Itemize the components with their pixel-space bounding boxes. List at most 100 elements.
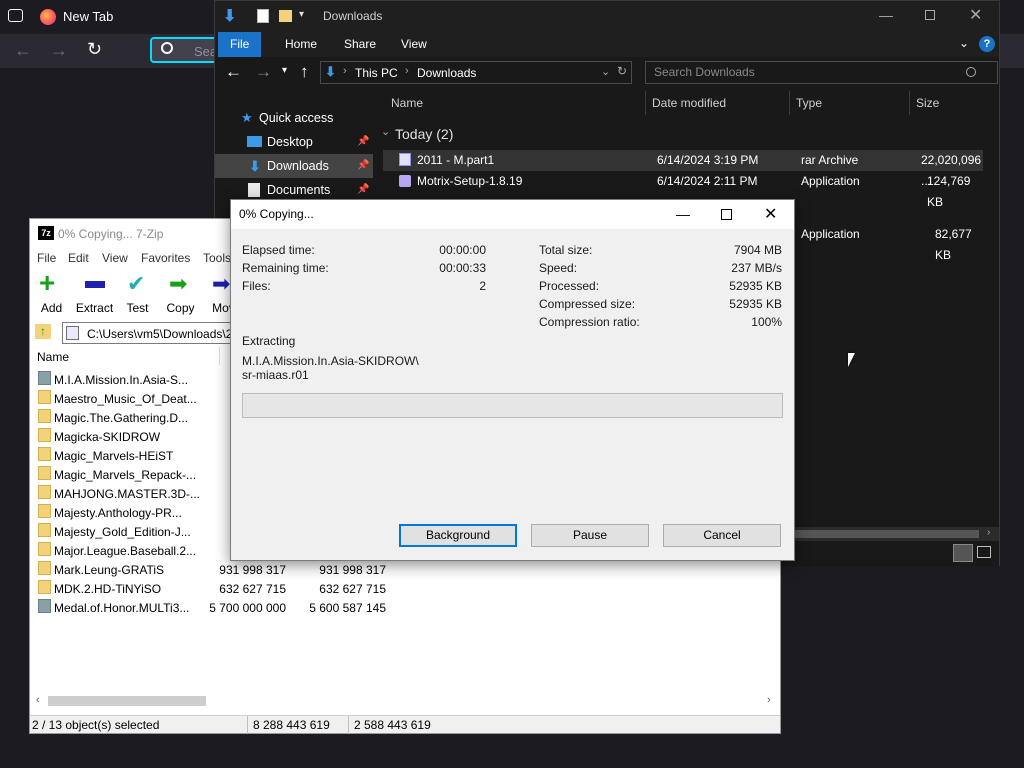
item-name: Major.League.Baseball.2... bbox=[54, 544, 197, 558]
expand-ribbon-icon[interactable]: ⌄ bbox=[959, 36, 969, 50]
menu-view[interactable]: View bbox=[102, 251, 128, 265]
item-name: MAHJONG.MASTER.3D-... bbox=[54, 487, 201, 501]
close-button[interactable]: ✕ bbox=[969, 5, 982, 25]
status-size: 8 288 443 619 bbox=[253, 718, 330, 732]
address-bar[interactable]: ⬇ › This PC › Downloads ⌄ ↻ bbox=[320, 61, 632, 84]
nav-label: Quick access bbox=[259, 111, 334, 125]
file-type: Application bbox=[801, 174, 860, 188]
recent-chevron-icon[interactable]: ▾ bbox=[282, 65, 287, 76]
column-header-name[interactable]: Name bbox=[391, 89, 423, 117]
scroll-right-icon[interactable]: › bbox=[767, 694, 771, 706]
minimize-button[interactable]: — bbox=[879, 7, 893, 23]
horizontal-scrollbar[interactable]: ‹ › bbox=[30, 693, 780, 709]
up-arrow-icon[interactable]: ↑ bbox=[300, 62, 309, 82]
properties-icon[interactable] bbox=[257, 9, 269, 23]
breadcrumb-downloads[interactable]: Downloads bbox=[417, 66, 476, 80]
list-item[interactable]: MDK.2.HD-TiNYiSO 632 627 715 632 627 715 bbox=[30, 580, 430, 599]
test-button[interactable]: ✔ Test bbox=[116, 269, 159, 317]
item-name: Magicka-SKIDROW bbox=[54, 430, 161, 444]
column-separator[interactable] bbox=[789, 91, 790, 115]
column-header-date[interactable]: Date modified bbox=[652, 89, 726, 117]
file-row[interactable]: 2011 - M.part1 6/14/2024 3:19 PM rar Arc… bbox=[383, 150, 983, 188]
menu-file[interactable]: File bbox=[37, 251, 56, 265]
nav-item-downloads[interactable]: ⬇ Downloads 📌 bbox=[215, 154, 373, 178]
menu-favorites[interactable]: Favorites bbox=[141, 251, 190, 265]
address-dropdown-icon[interactable]: ⌄ bbox=[601, 65, 610, 78]
folder-icon bbox=[38, 542, 51, 556]
maximize-button[interactable] bbox=[721, 209, 732, 220]
forward-icon[interactable]: → bbox=[50, 40, 68, 61]
minimize-button[interactable]: — bbox=[676, 200, 690, 229]
scrollbar-thumb[interactable] bbox=[48, 696, 206, 706]
column-separator[interactable] bbox=[645, 91, 646, 115]
column-header-type[interactable]: Type bbox=[796, 89, 822, 117]
explorer-search-input[interactable]: Search Downloads bbox=[645, 61, 998, 84]
pause-button[interactable]: Pause bbox=[531, 524, 649, 547]
browser-tab[interactable]: New Tab bbox=[30, 2, 220, 32]
maximize-button[interactable] bbox=[925, 10, 935, 20]
folder-icon bbox=[38, 561, 51, 575]
ribbon-tab-file[interactable]: File bbox=[218, 32, 262, 57]
up-folder-icon[interactable]: ↑ bbox=[35, 324, 51, 339]
minus-icon bbox=[85, 281, 105, 288]
file-type: rar Archive bbox=[801, 153, 859, 167]
item-name: M.I.A.Mission.In.Asia-S... bbox=[54, 373, 189, 387]
extract-button[interactable]: Extract bbox=[73, 269, 116, 317]
column-header-name[interactable]: Name bbox=[37, 350, 69, 364]
background-button[interactable]: Background bbox=[399, 524, 517, 547]
refresh-icon[interactable]: ↻ bbox=[617, 64, 627, 78]
plus-icon: + bbox=[39, 267, 56, 298]
nav-item-desktop[interactable]: Desktop 📌 bbox=[215, 130, 373, 154]
file-date: 6/14/2024 3:19 PM bbox=[657, 153, 759, 167]
cancel-button[interactable]: Cancel bbox=[663, 524, 781, 547]
downloads-arrow-icon: ⬇ bbox=[223, 8, 237, 25]
file-name: 2011 - M.part1 bbox=[417, 153, 495, 167]
copy-button[interactable]: ➡ Copy bbox=[159, 269, 202, 317]
breadcrumb-this-pc[interactable]: This PC bbox=[355, 66, 398, 80]
menu-tools[interactable]: Tools bbox=[203, 251, 231, 265]
firefox-logo-icon bbox=[40, 9, 56, 25]
group-header[interactable]: Today (2) bbox=[395, 126, 453, 142]
item-name: Magic_Marvels-HEiST bbox=[54, 449, 174, 463]
checkmark-icon: ✔ bbox=[127, 271, 146, 296]
add-button[interactable]: + Add bbox=[30, 269, 73, 317]
browser-search-input[interactable]: Sea bbox=[150, 37, 220, 63]
elapsed-value: 00:00:00 bbox=[439, 243, 486, 257]
file-type: Application bbox=[801, 227, 860, 241]
menu-edit[interactable]: Edit bbox=[68, 251, 89, 265]
sevenzip-statusbar: 2 / 13 object(s) selected 8 288 443 619 … bbox=[30, 715, 780, 734]
ribbon-tab-home[interactable]: Home bbox=[273, 32, 329, 57]
list-item[interactable]: Mark.Leung-GRATiS 931 998 317 931 998 317 bbox=[30, 561, 430, 580]
column-separator[interactable] bbox=[219, 347, 220, 365]
large-icons-view-icon[interactable] bbox=[977, 546, 991, 558]
nav-item-quick-access[interactable]: ★ Quick access bbox=[215, 106, 373, 130]
list-item[interactable]: Medal.of.Honor.MULTi3... 5 700 000 000 5 6… bbox=[30, 599, 430, 618]
item-name: Magic.The.Gathering.D... bbox=[54, 411, 189, 425]
folder-icon bbox=[38, 390, 51, 404]
column-separator[interactable] bbox=[909, 91, 910, 115]
tab-list-icon[interactable] bbox=[8, 9, 23, 22]
status-packed: 2 588 443 619 bbox=[354, 718, 431, 732]
back-arrow-icon[interactable]: ← bbox=[225, 62, 242, 82]
forward-arrow-icon[interactable]: → bbox=[255, 62, 272, 82]
scroll-right-icon[interactable]: › bbox=[987, 527, 990, 538]
new-folder-icon[interactable] bbox=[279, 10, 292, 22]
extracting-path-line1: M.I.A.Mission.In.Asia-SKIDROW\ bbox=[242, 354, 419, 368]
column-header-size[interactable]: Size bbox=[916, 89, 939, 117]
mouse-cursor-icon bbox=[848, 353, 855, 367]
file-row[interactable]: Motrix-Setup-1.8.19 6/14/2024 2:11 PM Ap… bbox=[383, 171, 983, 209]
details-view-icon[interactable] bbox=[953, 544, 973, 562]
help-icon[interactable]: ? bbox=[979, 36, 995, 52]
group-collapse-icon[interactable]: ⌄ bbox=[381, 125, 390, 138]
ribbon-tab-share[interactable]: Share bbox=[332, 32, 388, 57]
back-icon[interactable]: ← bbox=[14, 40, 32, 61]
explorer-titlebar: ⬇ ▾ Downloads — ✕ bbox=[215, 1, 999, 32]
ribbon-tab-view[interactable]: View bbox=[389, 32, 439, 57]
scroll-left-icon[interactable]: ‹ bbox=[36, 694, 40, 706]
downloads-icon: ⬇ bbox=[249, 158, 261, 174]
close-button[interactable]: ✕ bbox=[764, 200, 777, 229]
path-input[interactable]: C:\Users\vm5\Downloads\2 bbox=[62, 322, 232, 344]
reload-icon[interactable]: ↻ bbox=[87, 39, 102, 60]
customize-chevron-icon[interactable]: ▾ bbox=[299, 9, 304, 20]
speed-label: Speed: bbox=[539, 261, 578, 275]
